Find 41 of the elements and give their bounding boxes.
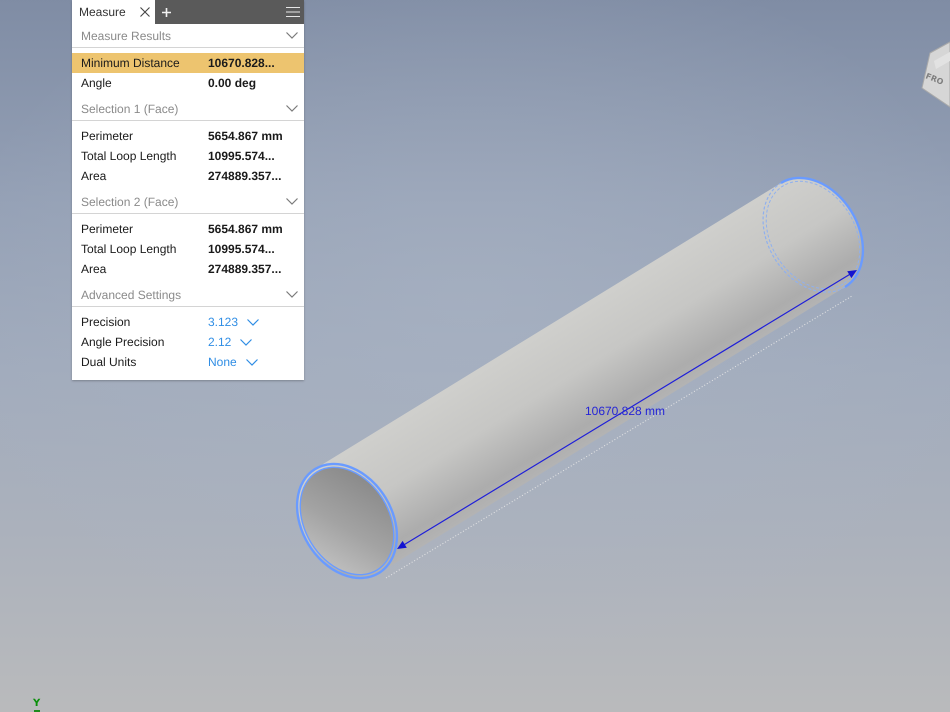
measure-value: 5654.867 mm	[208, 222, 283, 236]
measure-label: Area	[81, 169, 108, 183]
chevron-icon	[286, 291, 298, 298]
measure-row[interactable]: Perimeter 5654.867 mm	[72, 126, 304, 146]
menu-icon[interactable]	[286, 7, 300, 17]
view-cube[interactable]	[921, 41, 950, 108]
measure-label: Total Loop Length	[81, 149, 178, 163]
measure-value: 10995.574...	[208, 149, 275, 163]
measure-row[interactable]: Minimum Distance 10670.828...	[72, 53, 304, 73]
axis-label: Y	[33, 698, 40, 709]
measure-value: 10670.828...	[208, 56, 275, 70]
setting-label: Dual Units	[81, 355, 138, 369]
measure-row[interactable]: Angle 0.00 deg	[72, 73, 304, 93]
measure-label: Total Loop Length	[81, 242, 178, 256]
setting-label: Angle Precision	[81, 335, 166, 349]
measure-label: Minimum Distance	[81, 56, 181, 70]
add-tab-icon[interactable]	[162, 8, 171, 16]
view-cube-label: FRO	[924, 72, 945, 87]
chevron-icon	[240, 338, 252, 346]
measure-value: 274889.357...	[208, 262, 282, 276]
measure-row[interactable]: Total Loop Length 10995.574...	[72, 146, 304, 166]
measure-label: Perimeter	[81, 129, 134, 143]
measure-row[interactable]: Total Loop Length 10995.574...	[72, 239, 304, 259]
measure-value: 274889.357...	[208, 169, 282, 183]
chevron-icon	[286, 198, 298, 205]
measure-row[interactable]: Perimeter 5654.867 mm	[72, 219, 304, 239]
chevron-icon	[286, 32, 298, 39]
measure-value: 10995.574...	[208, 242, 275, 256]
measure-row[interactable]: Area 274889.357...	[72, 166, 304, 186]
setting-label: Precision	[81, 315, 132, 329]
close-icon[interactable]	[140, 7, 150, 17]
measure-value: 0.00 deg	[208, 76, 256, 90]
measure-label: Angle	[81, 76, 113, 90]
panel-tab[interactable]: Measure	[72, 0, 155, 24]
measure-label: Area	[81, 262, 108, 276]
measure-label: Perimeter	[81, 222, 134, 236]
chevron-icon	[286, 105, 298, 112]
chevron-icon	[247, 318, 260, 326]
measure-value: 5654.867 mm	[208, 129, 283, 143]
chevron-icon	[246, 358, 258, 366]
measure-row[interactable]: Area 274889.357...	[72, 259, 304, 279]
